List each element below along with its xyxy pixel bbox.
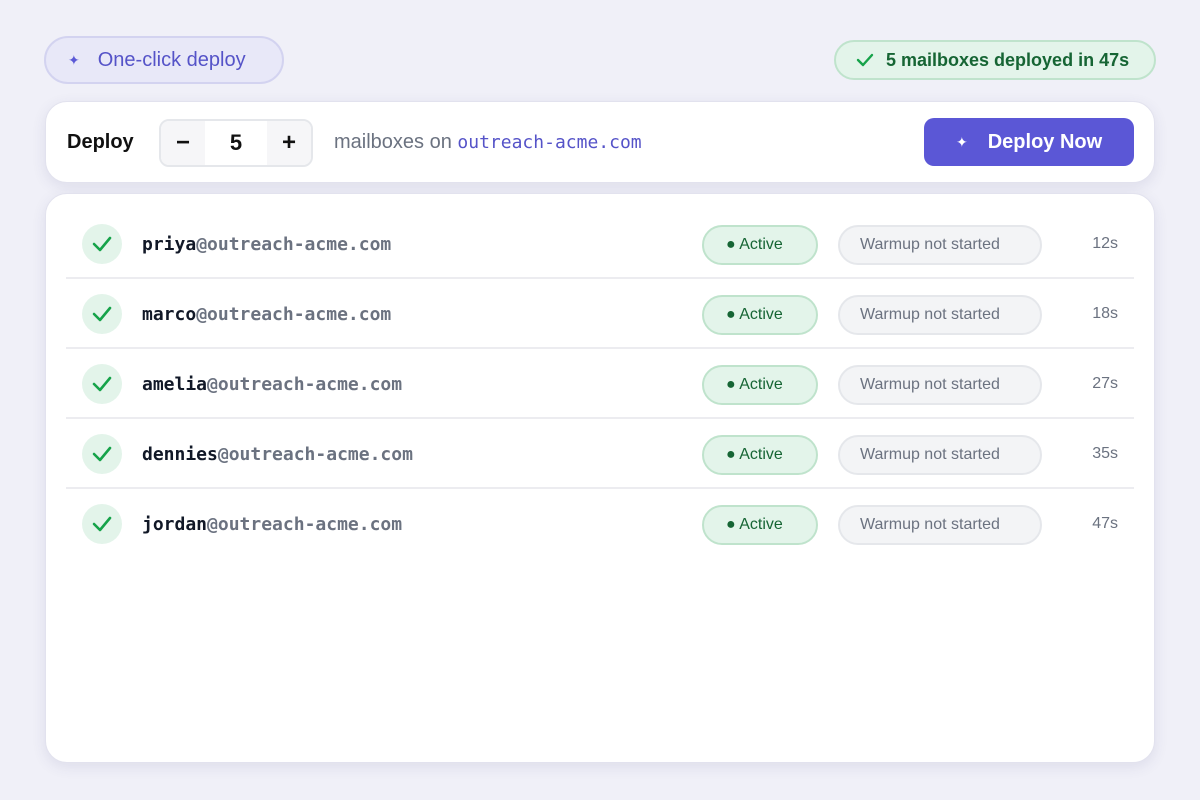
mailbox-domain: @outreach-acme.com	[196, 303, 392, 325]
deploy-description: mailboxes on outreach-acme.com	[334, 131, 642, 154]
mailbox-user: priya	[142, 233, 197, 255]
mailbox-address: marco @outreach-acme.com	[142, 279, 391, 349]
list-item: marco @outreach-acme.com ● Active Warmup …	[66, 279, 1134, 349]
deploy-now-label: Deploy Now	[987, 130, 1103, 153]
check-icon	[82, 434, 122, 474]
warmup-badge: Warmup not started	[838, 295, 1042, 335]
mailbox-user: jordan	[142, 513, 208, 535]
mailbox-user: marco	[142, 303, 197, 325]
check-icon	[82, 294, 122, 334]
status-badge: ● Active	[702, 225, 818, 265]
decrement-button[interactable]: −	[161, 121, 205, 165]
deploy-status-badge: 5 mailboxes deployed in 47s	[834, 40, 1156, 80]
deploy-time: 27s	[1092, 375, 1118, 392]
mailbox-address: jordan @outreach-acme.com	[142, 489, 402, 559]
status-badge: ● Active	[702, 505, 818, 545]
mailbox-user: dennies	[142, 443, 218, 465]
mailbox-address: dennies @outreach-acme.com	[142, 419, 413, 489]
mailbox-user: amelia	[142, 373, 208, 395]
status-badge: ● Active	[702, 435, 818, 475]
warmup-badge: Warmup not started	[838, 435, 1042, 475]
list-item: dennies @outreach-acme.com ● Active Warmu…	[66, 419, 1134, 489]
mailboxes-on-text: mailboxes on	[334, 130, 458, 153]
list-item: priya @outreach-acme.com ● Active Warmup …	[66, 209, 1134, 279]
list-item: jordan @outreach-acme.com ● Active Warmup…	[66, 489, 1134, 559]
one-click-deploy-label: One-click deploy	[97, 48, 246, 71]
list-item: amelia @outreach-acme.com ● Active Warmup…	[66, 349, 1134, 419]
deploy-page: ✦ One-click deploy 5 mailboxes deployed …	[0, 0, 1200, 800]
deploy-bar: Deploy − 5 + mailboxes on outreach-acme.…	[45, 101, 1155, 183]
check-icon	[82, 364, 122, 404]
deploy-time: 35s	[1092, 445, 1118, 462]
warmup-badge: Warmup not started	[838, 505, 1042, 545]
deploy-time: 18s	[1092, 305, 1118, 322]
target-domain: outreach-acme.com	[457, 131, 642, 153]
one-click-deploy-pill: ✦ One-click deploy	[44, 36, 284, 84]
sparkle-icon: ✦	[68, 52, 80, 68]
mailbox-count-value[interactable]: 5	[205, 121, 267, 165]
mailbox-domain: @outreach-acme.com	[207, 513, 403, 535]
status-badge: ● Active	[702, 295, 818, 335]
deploy-status-text: 5 mailboxes deployed in 47s	[886, 49, 1130, 70]
check-icon	[82, 224, 122, 264]
mailbox-count-stepper: − 5 +	[159, 119, 313, 167]
warmup-badge: Warmup not started	[838, 365, 1042, 405]
mailbox-domain: @outreach-acme.com	[196, 233, 392, 255]
sparkle-icon: ✦	[956, 134, 968, 150]
mailbox-list: priya @outreach-acme.com ● Active Warmup …	[45, 193, 1155, 763]
mailbox-address: priya @outreach-acme.com	[142, 209, 391, 279]
deploy-now-button[interactable]: ✦ Deploy Now	[924, 118, 1134, 166]
deploy-time: 12s	[1092, 235, 1118, 252]
warmup-badge: Warmup not started	[838, 225, 1042, 265]
mailbox-address: amelia @outreach-acme.com	[142, 349, 402, 419]
deploy-time: 47s	[1092, 515, 1118, 532]
check-icon	[856, 53, 874, 67]
mailbox-domain: @outreach-acme.com	[207, 373, 403, 395]
status-badge: ● Active	[702, 365, 818, 405]
mailbox-domain: @outreach-acme.com	[217, 443, 413, 465]
deploy-label: Deploy	[67, 130, 134, 153]
increment-button[interactable]: +	[267, 121, 311, 165]
check-icon	[82, 504, 122, 544]
